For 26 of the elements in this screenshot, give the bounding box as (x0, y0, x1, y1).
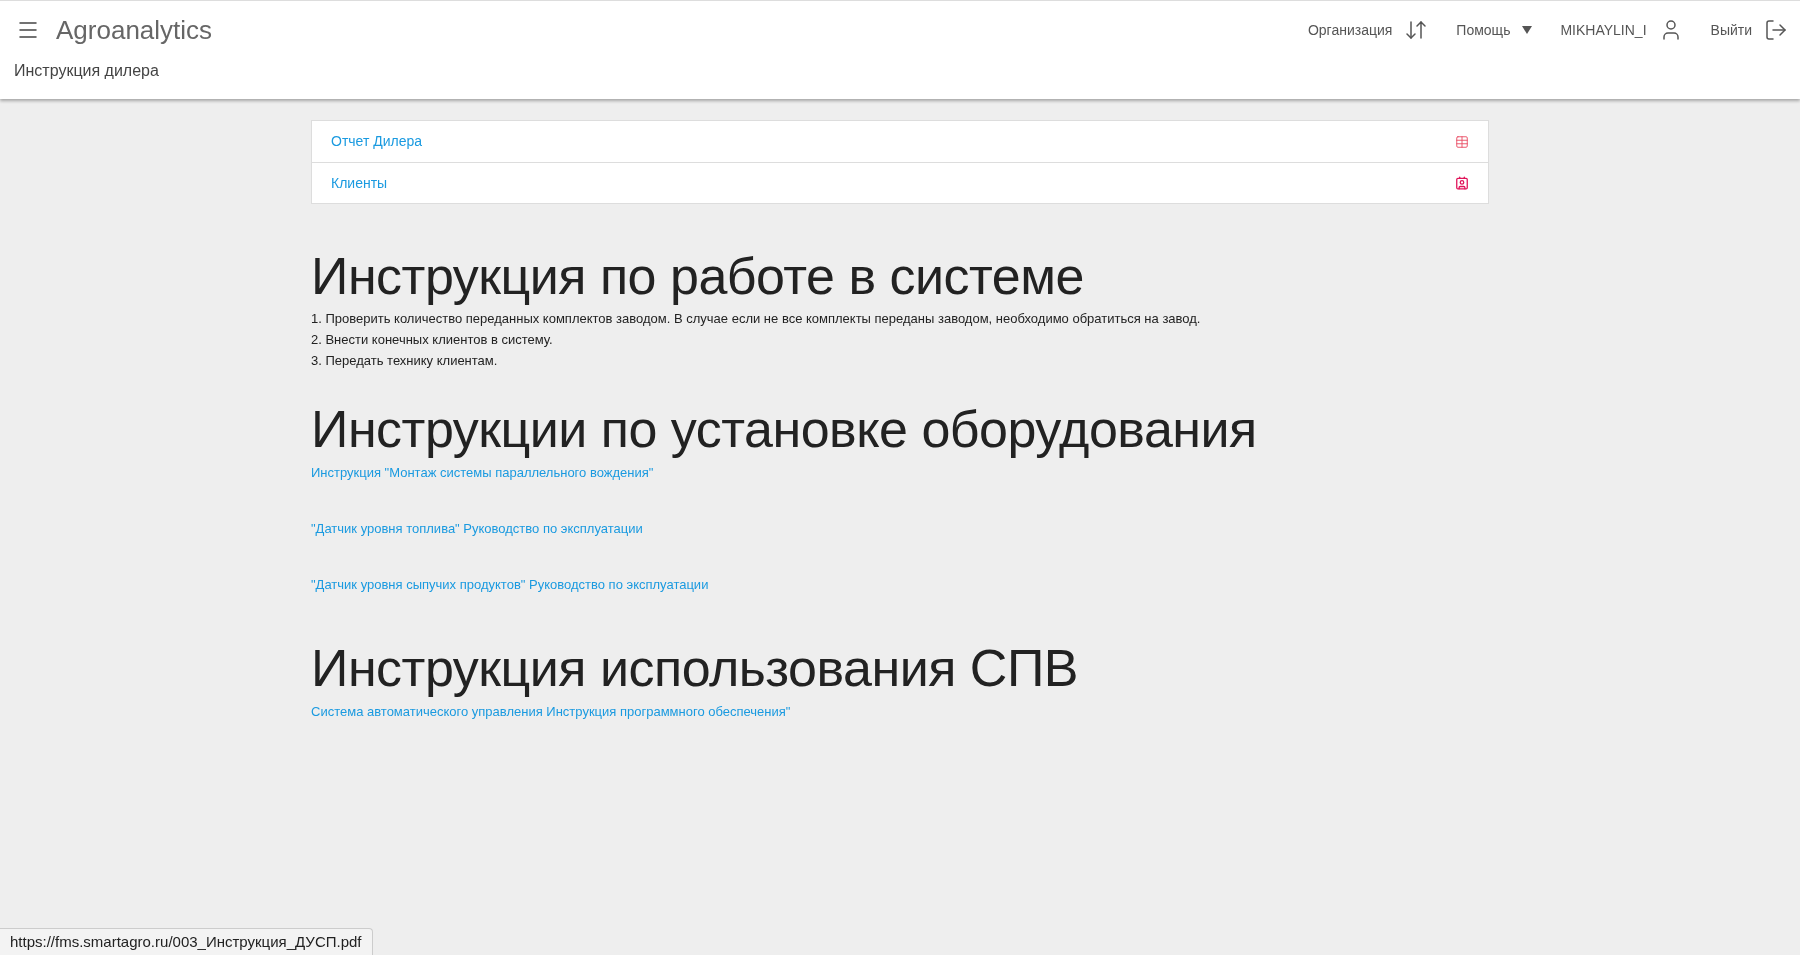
section-heading: Инструкция по работе в системе (311, 246, 1085, 306)
instruction-step: 1. Проверить количество переданных комплектов заводом. В случае если не все комплекты переданы заводом, необходимо обратиться на завод. (311, 308, 1489, 329)
menu-row[interactable]: Клиенты (312, 162, 1488, 203)
menu-link[interactable]: Клиенты (331, 172, 388, 194)
document-link[interactable]: "Датчик уровня топлива" Руководство по эксплуатации (311, 519, 643, 538)
document-link[interactable]: Система автоматического управления Инструкция программного обеспечения" (311, 702, 791, 721)
menu-row[interactable]: Отчет Дилера (312, 121, 1488, 162)
logout-icon[interactable] (1764, 18, 1788, 42)
menu-link[interactable]: Отчет Дилера (331, 131, 423, 152)
header-link[interactable]: Организация (1307, 19, 1393, 41)
table-icon (1455, 134, 1469, 149)
header-link[interactable]: Помощь (1456, 19, 1511, 41)
header-link[interactable]: Выйти (1710, 19, 1752, 41)
section-heading: Инструкции по установке оборудования (311, 399, 1258, 459)
caret-down-icon[interactable] (1522, 26, 1533, 34)
header-link[interactable]: MIKHAYLIN_I (1560, 19, 1647, 41)
section-heading: Инструкция использования СПВ (311, 638, 1079, 698)
swap-arrows-icon[interactable] (1404, 18, 1429, 42)
document-link[interactable]: "Датчик уровня сыпучих продуктов" Руководство по эксплуатации (311, 575, 709, 594)
app-title: Agroanalytics (56, 13, 213, 47)
instruction-step: 2. Внести конечных клиентов в систему. (311, 329, 1489, 350)
page-title: Инструкция дилера (14, 62, 159, 79)
instruction-step: 3. Передать технику клиентам. (311, 350, 1489, 371)
contact-book-icon (1455, 176, 1469, 190)
document-link[interactable]: Инструкция "Монтаж системы параллельного вождения" (311, 463, 654, 482)
status-url: https://fms.smartagro.ru/003_Инструкция_ДУСП.pdf (0, 927, 373, 955)
